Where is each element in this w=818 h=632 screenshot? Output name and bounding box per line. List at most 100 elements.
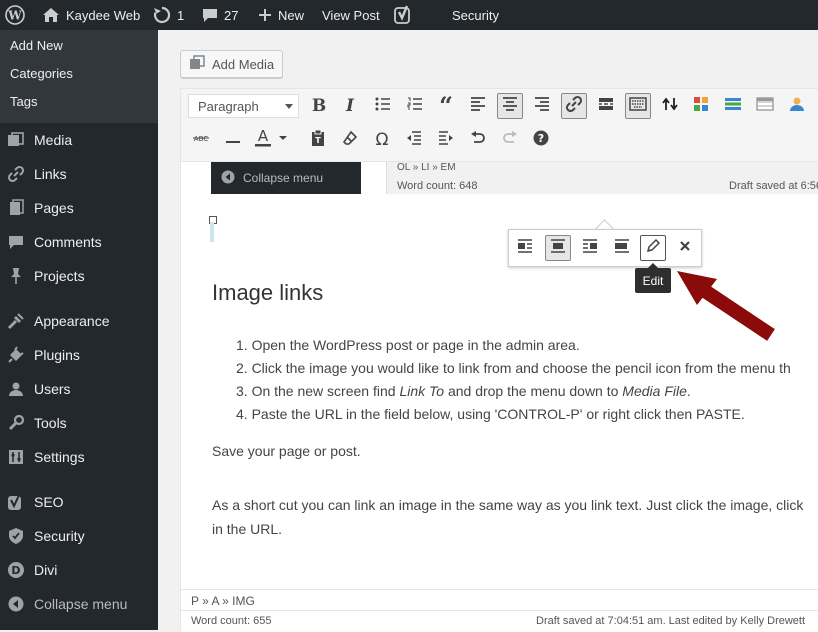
divi-icon: D xyxy=(6,560,26,580)
sidebar-item-users[interactable]: Users xyxy=(0,374,158,404)
layout-grid-button[interactable] xyxy=(688,93,714,119)
numbered-list-button[interactable] xyxy=(402,93,428,119)
embedded-screenshot-image[interactable]: Collapse menu OL » LI » EM Word count: 6… xyxy=(211,162,818,222)
horizontal-line-icon xyxy=(225,131,241,149)
color-grid-icon xyxy=(693,96,709,117)
image-remove-button[interactable] xyxy=(672,235,698,261)
submenu-add-new[interactable]: Add New xyxy=(10,38,63,53)
stack-button[interactable] xyxy=(720,93,746,119)
horizontal-line-button[interactable] xyxy=(220,127,246,153)
view-post-link[interactable]: View Post xyxy=(322,0,380,30)
embedded-path: OL » LI » EM xyxy=(397,162,456,173)
clipboard-icon: T xyxy=(310,129,326,152)
align-left-icon xyxy=(470,96,486,116)
chevron-down-icon xyxy=(285,104,293,109)
image-align-center-button[interactable] xyxy=(545,235,571,261)
italic-icon: I xyxy=(346,96,354,116)
sidebar-item-security[interactable]: Security xyxy=(0,521,158,551)
sidebar-item-plugins[interactable]: Plugins xyxy=(0,340,158,370)
embedded-collapse-menu: Collapse menu xyxy=(211,162,361,194)
image-align-right-button[interactable] xyxy=(577,235,603,261)
help-icon: ? xyxy=(533,130,549,151)
sidebar-item-appearance[interactable]: Appearance xyxy=(0,306,158,336)
align-center-button[interactable] xyxy=(497,93,523,119)
sidebar-item-links[interactable]: Links xyxy=(0,159,158,189)
sidebar-label: Collapse menu xyxy=(34,596,128,612)
collapse-icon xyxy=(221,170,235,187)
outdent-button[interactable] xyxy=(401,127,427,153)
text-color-icon: A xyxy=(254,127,290,152)
clear-formatting-button[interactable] xyxy=(337,127,363,153)
sidebar-label: Comments xyxy=(34,234,102,250)
comments-link[interactable]: 27 xyxy=(202,0,238,30)
close-icon xyxy=(679,239,691,257)
special-character-button[interactable]: Ω xyxy=(369,127,395,153)
text-color-button[interactable]: A xyxy=(252,127,292,153)
bold-button[interactable]: B xyxy=(306,93,332,119)
wordpress-logo-icon[interactable]: W xyxy=(5,0,25,30)
submenu-categories[interactable]: Categories xyxy=(10,66,73,81)
tinymce-editor: Paragraph B I “ ABC A T Ω ? Collapse men… xyxy=(180,88,818,632)
bullet-list-button[interactable] xyxy=(370,93,396,119)
italic-button[interactable]: I xyxy=(337,93,363,119)
svg-text:ABC: ABC xyxy=(194,135,208,143)
strikethrough-button[interactable]: ABC xyxy=(188,127,214,153)
updates-link[interactable]: 1 xyxy=(153,0,184,30)
toolbar-toggle-button[interactable] xyxy=(625,93,651,119)
site-name: Kaydee Web xyxy=(66,7,141,23)
element-path[interactable]: P » A » IMG xyxy=(191,594,255,608)
align-left-button[interactable] xyxy=(465,93,491,119)
read-more-button[interactable] xyxy=(593,93,619,119)
align-right-button[interactable] xyxy=(529,93,555,119)
insert-link-button[interactable] xyxy=(561,93,587,119)
sidebar-item-comments[interactable]: Comments xyxy=(0,227,158,257)
indent-button[interactable] xyxy=(433,127,459,153)
undo-button[interactable] xyxy=(465,127,491,153)
sidebar-item-pages[interactable]: Pages xyxy=(0,193,158,223)
format-select[interactable]: Paragraph xyxy=(188,94,299,118)
transfer-icon xyxy=(661,96,679,117)
sidebar-label: SEO xyxy=(34,494,64,510)
list-item-text: 3. On the new screen find xyxy=(236,383,400,399)
content-heading[interactable]: Image links xyxy=(212,280,323,306)
sidebar-item-divi[interactable]: D Divi xyxy=(0,555,158,585)
user-button[interactable] xyxy=(784,93,810,119)
collapse-menu-button[interactable]: Collapse menu xyxy=(0,589,158,619)
word-count: Word count: 655 xyxy=(191,615,272,627)
svg-text:?: ? xyxy=(538,132,544,145)
paragraph[interactable]: As a short cut you can link an image in … xyxy=(212,493,803,541)
sidebar-item-projects[interactable]: Projects xyxy=(0,261,158,291)
site-name-link[interactable]: Kaydee Web xyxy=(42,0,140,30)
svg-text:A: A xyxy=(258,129,269,145)
upload-download-button[interactable] xyxy=(657,93,683,119)
table-button[interactable] xyxy=(752,93,778,119)
new-content-link[interactable]: New xyxy=(258,0,304,30)
paragraph-line: in the URL. xyxy=(212,521,283,537)
submenu-tags[interactable]: Tags xyxy=(10,94,37,109)
help-button[interactable]: ? xyxy=(528,127,554,153)
security-label: Security xyxy=(452,7,499,23)
yoast-seo-icon[interactable] xyxy=(394,0,412,30)
security-link[interactable]: Security xyxy=(452,0,499,30)
links-icon xyxy=(6,164,26,184)
image-no-align-button[interactable] xyxy=(609,235,635,261)
sidebar-label: Links xyxy=(34,166,67,182)
edit-tooltip: Edit xyxy=(635,263,671,293)
sidebar-label: Projects xyxy=(34,268,85,284)
sidebar-item-seo[interactable]: SEO xyxy=(0,487,158,517)
redo-button[interactable] xyxy=(497,127,523,153)
paragraph[interactable]: Save your page or post. xyxy=(212,443,361,459)
paste-as-text-button[interactable]: T xyxy=(305,127,331,153)
divider xyxy=(181,610,818,611)
sidebar-item-tools[interactable]: Tools xyxy=(0,408,158,438)
format-select-value: Paragraph xyxy=(198,98,259,114)
comments-icon xyxy=(6,232,26,252)
sidebar-item-settings[interactable]: Settings xyxy=(0,442,158,472)
blockquote-button[interactable]: “ xyxy=(433,93,459,119)
image-edit-button[interactable] xyxy=(640,235,666,261)
plus-icon xyxy=(258,8,272,22)
add-media-button[interactable]: Add Media xyxy=(180,50,283,78)
image-align-left-button[interactable] xyxy=(512,235,538,261)
sidebar-item-media[interactable]: Media xyxy=(0,125,158,155)
instruction-list[interactable]: 1. Open the WordPress post or page in th… xyxy=(236,337,791,429)
